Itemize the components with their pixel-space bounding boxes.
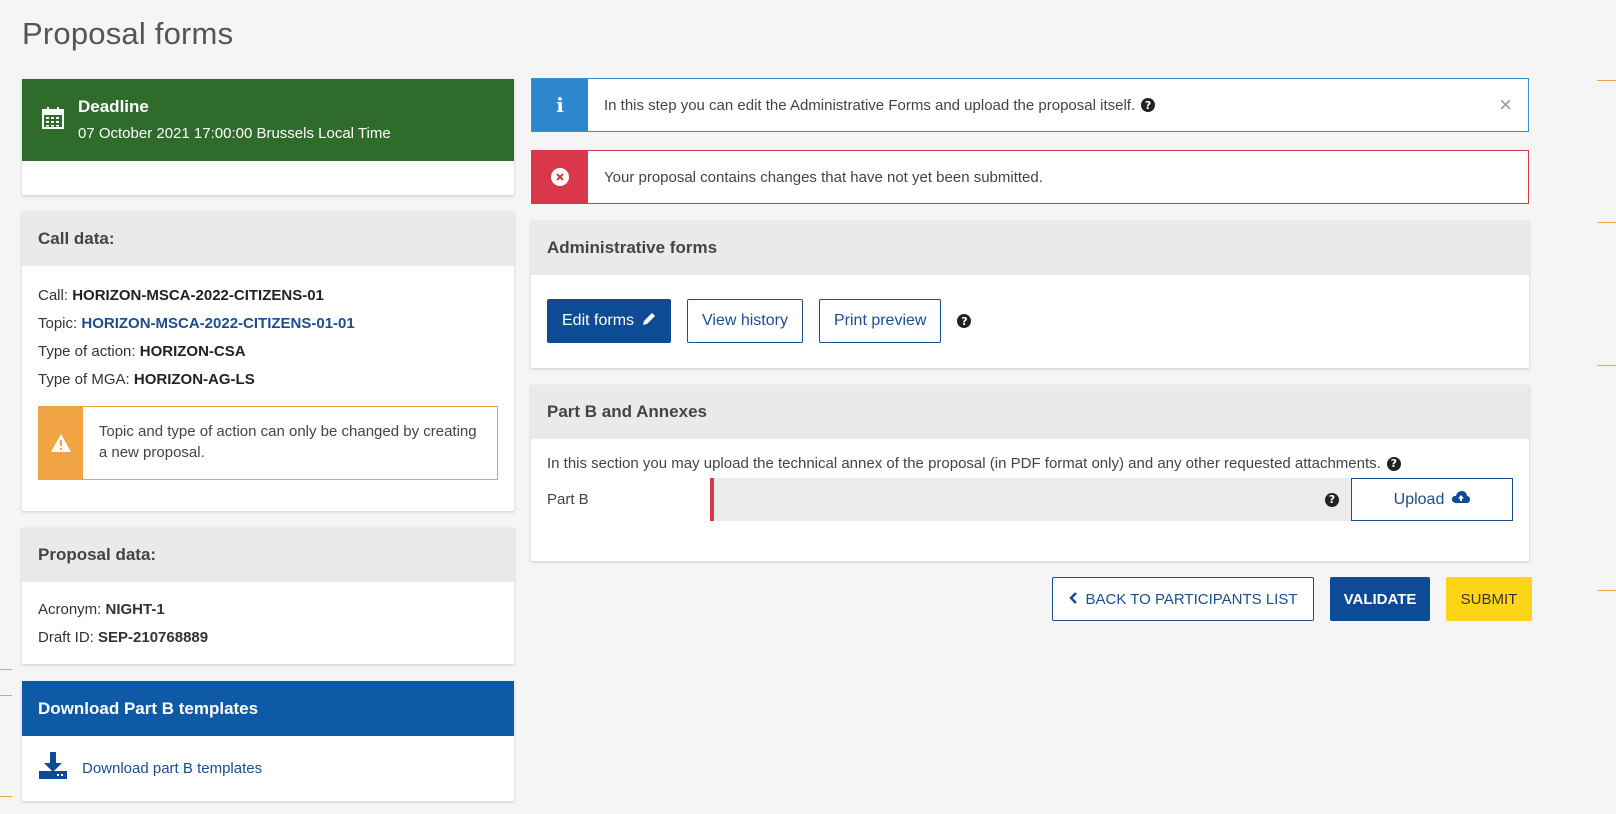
action-row: Type of action: HORIZON-CSA: [38, 338, 498, 366]
deadline-banner: Deadline 07 October 2021 17:00:00 Brusse…: [22, 79, 514, 161]
help-icon[interactable]: ?: [957, 314, 972, 328]
info-alert-text: In this step you can edit the Administra…: [604, 96, 1136, 114]
submit-button[interactable]: SUBMIT: [1446, 577, 1532, 621]
warning-icon: [39, 407, 83, 479]
draft-id-row: Draft ID: SEP-210768889: [38, 624, 498, 652]
print-preview-button[interactable]: Print preview: [818, 299, 942, 343]
part-b-header: Part B and Annexes: [531, 385, 1529, 439]
proposal-data-card: Proposal data: Acronym: NIGHT-1 Draft ID…: [22, 528, 514, 664]
acronym-row: Acronym: NIGHT-1: [38, 596, 498, 624]
help-icon[interactable]: ?: [1141, 98, 1156, 112]
download-icon: [38, 752, 68, 784]
acronym-label: Acronym:: [38, 601, 106, 618]
warning-text: Topic and type of action can only be cha…: [98, 423, 477, 461]
call-label: Call:: [38, 287, 73, 304]
decorative-line: [1597, 222, 1616, 223]
administrative-forms-header: Administrative forms: [531, 221, 1529, 275]
decorative-line: [0, 695, 12, 696]
acronym-value: NIGHT-1: [105, 601, 165, 618]
page-title: Proposal forms: [22, 16, 234, 51]
validate-button[interactable]: VALIDATE: [1330, 577, 1430, 621]
back-to-participants-label: BACK TO PARTICIPANTS LIST: [1085, 590, 1298, 608]
back-to-participants-button[interactable]: BACK TO PARTICIPANTS LIST: [1052, 577, 1314, 621]
decorative-line: [0, 669, 12, 670]
close-icon[interactable]: ×: [1499, 92, 1528, 118]
part-b-description: In this section you may upload the techn…: [547, 455, 1381, 472]
help-icon[interactable]: ?: [1325, 492, 1339, 507]
deadline-title: Deadline: [78, 97, 149, 116]
warning-box: Topic and type of action can only be cha…: [38, 406, 498, 480]
call-data-card: Call data: Call: HORIZON-MSCA-2022-CITIZ…: [22, 212, 514, 511]
upload-label: Upload: [1393, 490, 1445, 508]
help-icon[interactable]: ?: [1386, 456, 1401, 471]
action-value: HORIZON-CSA: [139, 343, 246, 360]
topic-link[interactable]: HORIZON-MSCA-2022-CITIZENS-01-01: [81, 315, 354, 332]
edit-forms-label: Edit forms: [562, 312, 635, 329]
administrative-forms-card: Administrative forms Edit forms View his…: [531, 221, 1529, 368]
action-bar: BACK TO PARTICIPANTS LIST VALIDATE SUBMI…: [1052, 577, 1532, 621]
download-templates-link[interactable]: Download part B templates: [22, 736, 514, 800]
danger-alert-text: Your proposal contains changes that have…: [604, 168, 1043, 186]
draft-id-value: SEP-210768889: [98, 629, 209, 646]
call-value: HORIZON-MSCA-2022-CITIZENS-01: [72, 287, 324, 304]
calendar-icon: [42, 107, 64, 133]
draft-id-label: Draft ID:: [38, 629, 99, 646]
download-templates-card: Download Part B templates Download part …: [22, 681, 514, 801]
decorative-line: [1597, 365, 1616, 366]
topic-label: Topic:: [38, 315, 82, 332]
part-b-card: Part B and Annexes In this section you m…: [531, 385, 1529, 561]
info-alert: i In this step you can edit the Administ…: [531, 78, 1529, 132]
call-data-header: Call data:: [22, 212, 514, 266]
mga-label: Type of MGA:: [38, 371, 134, 388]
topic-row: Topic: HORIZON-MSCA-2022-CITIZENS-01-01: [38, 310, 498, 338]
pencil-icon: [642, 312, 656, 331]
cloud-upload-icon: [1452, 490, 1471, 509]
part-b-label: Part B: [547, 491, 589, 508]
view-history-button[interactable]: View history: [687, 299, 803, 343]
decorative-line: [0, 796, 12, 797]
unsubmitted-changes-alert: Your proposal contains changes that have…: [531, 150, 1529, 204]
chevron-left-icon: [1068, 591, 1078, 608]
decorative-line: [1597, 80, 1616, 81]
call-row: Call: HORIZON-MSCA-2022-CITIZENS-01: [38, 282, 498, 310]
deadline-card: Deadline 07 October 2021 17:00:00 Brusse…: [22, 79, 514, 195]
mga-value: HORIZON-AG-LS: [133, 371, 255, 388]
deadline-date: 07 October 2021 17:00:00 Brussels Local …: [78, 125, 391, 142]
download-templates-label[interactable]: Download part B templates: [82, 760, 262, 777]
proposal-data-header: Proposal data:: [22, 528, 514, 582]
error-icon: [532, 151, 588, 203]
edit-forms-button[interactable]: Edit forms: [547, 299, 672, 343]
info-icon: i: [532, 79, 588, 131]
action-label: Type of action:: [38, 343, 140, 360]
upload-button[interactable]: Upload: [1351, 478, 1513, 521]
part-b-file-field[interactable]: ?: [710, 478, 1351, 521]
download-templates-header: Download Part B templates: [22, 681, 514, 736]
decorative-line: [1597, 590, 1616, 591]
mga-row: Type of MGA: HORIZON-AG-LS: [38, 366, 498, 394]
